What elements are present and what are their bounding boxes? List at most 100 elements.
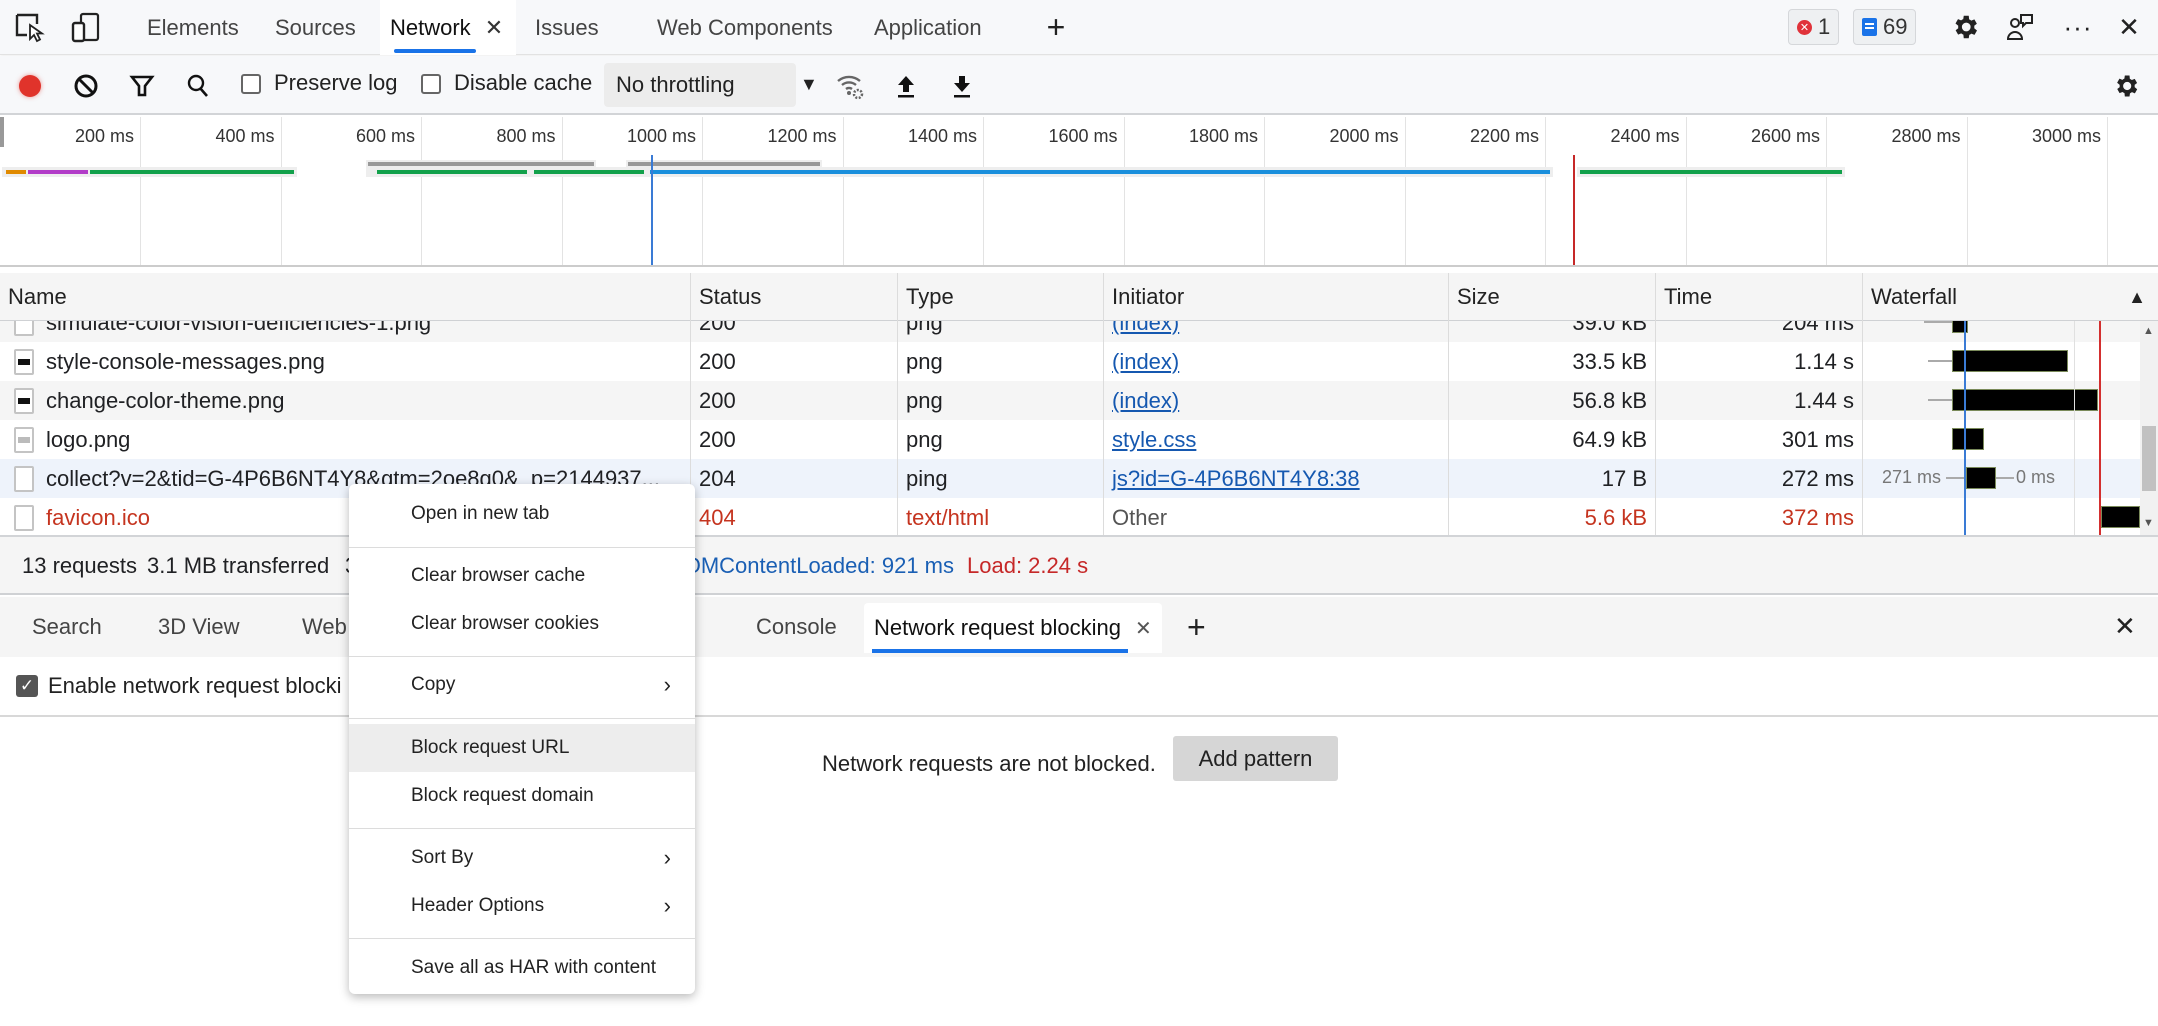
waterfall-dcl-line [1964, 321, 1966, 535]
waterfall-bar[interactable] [1952, 428, 1984, 450]
initiator-value[interactable]: (index) [1112, 349, 1179, 375]
record-button[interactable] [14, 70, 46, 102]
blocking-toolbar: ✓ Enable network request blocki [0, 657, 2158, 717]
throttling-select[interactable]: No throttling [604, 63, 796, 107]
waterfall-bar[interactable] [2101, 506, 2140, 528]
close-tab-icon[interactable]: ✕ [485, 15, 503, 41]
table-row[interactable]: logo.png 200 png style.css 64.9 kB 301 ms [0, 420, 2140, 459]
menu-item-block-request-url[interactable]: Block request URL [349, 724, 695, 772]
image-file-icon [14, 426, 34, 453]
dropdown-arrow-icon[interactable]: ▼ [800, 74, 818, 95]
initiator-value[interactable]: style.css [1112, 427, 1196, 453]
menu-item-header-options[interactable]: Header Options › [349, 882, 695, 930]
initiator-value[interactable]: (index) [1112, 321, 1179, 336]
tab-web-components[interactable]: Web Components [647, 0, 843, 55]
network-overview-timeline[interactable]: 200 ms 400 ms 600 ms 800 ms 1000 ms 1200 ms 14… [0, 117, 2158, 267]
overview-gridline [1685, 117, 1687, 265]
table-row[interactable]: change-color-theme.png 200 png (index) 56.8 … [0, 381, 2140, 420]
drawer-tab-console[interactable]: Console [746, 597, 847, 657]
tab-elements[interactable]: Elements [137, 0, 249, 55]
column-header-status[interactable]: Status [690, 273, 897, 321]
add-pattern-button[interactable]: Add pattern [1173, 736, 1338, 781]
inspect-element-icon[interactable] [12, 10, 46, 44]
initiator-value[interactable]: js?id=G-4P6B6NT4Y8:38 [1112, 466, 1360, 492]
tab-application[interactable]: Application [864, 0, 992, 55]
waterfall-download-whisker [1996, 477, 2014, 479]
clear-button[interactable] [70, 70, 102, 102]
menu-item-clear-browser-cache[interactable]: Clear browser cache [349, 552, 695, 600]
close-devtools-icon[interactable]: ✕ [2112, 10, 2146, 44]
table-row[interactable]: style-console-messages.png 200 png (index) 3… [0, 342, 2140, 381]
import-har-button[interactable] [890, 70, 922, 102]
preserve-log-checkbox[interactable] [241, 74, 261, 94]
tab-label: Elements [147, 14, 239, 40]
menu-item-block-request-domain[interactable]: Block request domain [349, 772, 695, 820]
column-label: Waterfall [1871, 284, 1957, 309]
network-settings-button[interactable] [2110, 70, 2142, 102]
scroll-up-icon[interactable]: ▲ [2143, 325, 2154, 337]
drawer-tab-webaudio[interactable]: Web [292, 597, 357, 657]
add-drawer-tab-icon[interactable]: + [1187, 609, 1206, 646]
scroll-down-icon[interactable]: ▼ [2143, 517, 2154, 529]
menu-item-save-all-as-har[interactable]: Save all as HAR with content [349, 944, 695, 992]
menu-separator [349, 828, 695, 829]
waterfall-queue-whisker [1928, 360, 1952, 362]
disable-cache-checkbox[interactable] [421, 74, 441, 94]
more-icon[interactable]: ··· [2061, 10, 2095, 44]
menu-item-sort-by[interactable]: Sort By › [349, 834, 695, 882]
drawer-tab-network-request-blocking[interactable]: Network request blocking ✕ [864, 603, 1162, 653]
cell-time: 1.44 s [1655, 381, 1862, 420]
menu-item-clear-browser-cookies[interactable]: Clear browser cookies [349, 600, 695, 648]
menu-item-open-in-new-tab[interactable]: Open in new tab [349, 490, 695, 538]
scrollbar-thumb[interactable] [2142, 426, 2156, 491]
size-value: 64.9 kB [1572, 426, 1647, 452]
upload-icon [898, 76, 914, 98]
cell-initiator: (index) [1103, 321, 1448, 342]
close-drawer-icon[interactable]: ✕ [2114, 611, 2136, 642]
export-har-button[interactable] [946, 70, 978, 102]
device-emulation-icon[interactable] [68, 10, 102, 44]
column-header-name[interactable]: Name [0, 273, 690, 321]
close-tab-icon[interactable]: ✕ [1135, 616, 1152, 641]
feedback-icon[interactable] [2003, 10, 2037, 44]
menu-item-copy[interactable]: Copy › [349, 661, 695, 709]
column-header-time[interactable]: Time [1655, 273, 1862, 321]
thumbnail [18, 397, 30, 404]
initiator-value[interactable]: (index) [1112, 388, 1179, 414]
column-header-waterfall[interactable]: Waterfall ▲ [1862, 273, 2158, 321]
enable-blocking-checkbox[interactable]: ✓ [16, 675, 38, 697]
waterfall-bar[interactable] [1952, 350, 2068, 372]
table-row[interactable]: favicon.ico 404 text/html Other 5.6 kB 372 ms [0, 498, 2140, 535]
column-header-type[interactable]: Type [897, 273, 1103, 321]
overview-bar-html [650, 170, 1550, 174]
cell-type: text/html [897, 498, 1103, 535]
time-value: 372 ms [1781, 504, 1854, 530]
table-row[interactable]: collect?v=2&tid=G-4P6B6NT4Y8&gtm=2oe8g0&… [0, 459, 2140, 498]
overview-bar-image [534, 170, 644, 174]
cell-time: 272 ms [1655, 459, 1862, 498]
cell-size: 17 B [1448, 459, 1655, 498]
thumbnail [18, 358, 30, 365]
cell-size: 39.0 kB [1448, 321, 1655, 342]
overview-handle[interactable] [0, 117, 4, 147]
tab-sources[interactable]: Sources [265, 0, 366, 55]
column-header-size[interactable]: Size [1448, 273, 1655, 321]
tab-network[interactable]: Network ✕ [380, 0, 516, 55]
add-tab-icon[interactable]: + [1039, 9, 1073, 45]
overview-bar-image [90, 170, 294, 174]
table-row[interactable]: simulate-color-vision-deficiencies-1.png… [0, 321, 2140, 342]
error-count-badge[interactable]: ✕ 1 [1788, 9, 1840, 45]
drawer-tab-3d-view[interactable]: 3D View [148, 597, 250, 657]
waterfall-bar[interactable] [1966, 467, 1996, 489]
drawer-tab-search[interactable]: Search [22, 597, 112, 657]
waterfall-bar[interactable] [1952, 389, 2098, 411]
network-conditions-button[interactable] [834, 70, 866, 102]
search-button[interactable] [182, 70, 214, 102]
column-header-initiator[interactable]: Initiator [1103, 273, 1448, 321]
message-count-badge[interactable]: 69 [1853, 9, 1917, 45]
table-scrollbar[interactable]: ▲ ▼ [2140, 321, 2158, 535]
cell-type: png [897, 381, 1103, 420]
filter-button[interactable] [126, 70, 158, 102]
tab-issues[interactable]: Issues [525, 0, 609, 55]
settings-icon[interactable] [1948, 10, 1982, 44]
